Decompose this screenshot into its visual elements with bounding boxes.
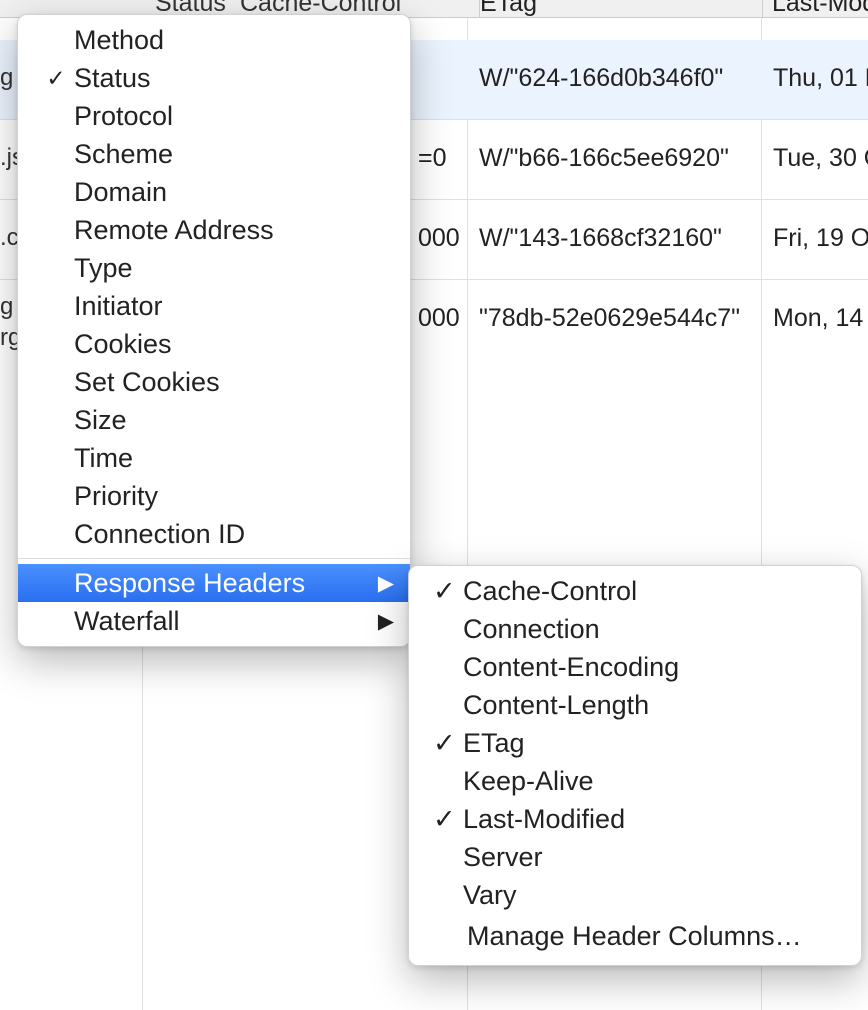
response-headers-submenu: ✓ Cache-Control Connection Content-Encod…: [408, 565, 862, 966]
name-cell: g: [0, 64, 13, 92]
submenu-item-content-encoding[interactable]: Content-Encoding: [409, 648, 861, 686]
menu-item-label: Content-Length: [463, 690, 649, 721]
menu-item-label: Scheme: [70, 139, 396, 170]
submenu-item-keep-alive[interactable]: Keep-Alive: [409, 762, 861, 800]
menu-item-size[interactable]: Size: [18, 401, 410, 439]
name-cell: .c: [0, 224, 19, 252]
menu-item-label: Remote Address: [70, 215, 396, 246]
last-modified-cell: Tue, 30 O: [773, 144, 868, 173]
menu-item-label: Status: [70, 63, 396, 94]
menu-separator: [18, 558, 410, 559]
cache-cell: 000: [418, 224, 460, 253]
menu-item-label: Keep-Alive: [463, 766, 594, 797]
submenu-item-etag[interactable]: ✓ ETag: [409, 724, 861, 762]
menu-item-label: Protocol: [70, 101, 396, 132]
menu-item-label: Initiator: [70, 291, 396, 322]
submenu-arrow-icon: ▶: [378, 609, 396, 634]
cache-cell: =0: [418, 144, 447, 173]
column-context-menu: Method ✓ Status Protocol Scheme Domain R…: [17, 14, 411, 647]
menu-item-domain[interactable]: Domain: [18, 173, 410, 211]
menu-item-response-headers[interactable]: Response Headers ▶: [18, 564, 410, 602]
menu-item-waterfall[interactable]: Waterfall ▶: [18, 602, 410, 640]
etag-cell: W/"143-1668cf32160": [479, 224, 722, 253]
menu-item-label: Content-Encoding: [463, 652, 679, 683]
menu-item-cookies[interactable]: Cookies: [18, 325, 410, 363]
menu-item-label: Waterfall: [70, 606, 378, 637]
menu-item-label: Method: [70, 25, 396, 56]
check-icon: ✓: [433, 728, 463, 759]
submenu-item-cache-control[interactable]: ✓ Cache-Control: [409, 572, 861, 610]
menu-item-label: ETag: [463, 728, 525, 759]
menu-item-status[interactable]: ✓ Status: [18, 59, 410, 97]
menu-item-label: Set Cookies: [70, 367, 396, 398]
submenu-arrow-icon: ▶: [378, 571, 396, 596]
menu-item-priority[interactable]: Priority: [18, 477, 410, 515]
last-modified-cell: Fri, 19 Oc: [773, 224, 868, 253]
menu-item-label: Last-Modified: [463, 804, 625, 835]
submenu-item-last-modified[interactable]: ✓ Last-Modified: [409, 800, 861, 838]
menu-item-type[interactable]: Type: [18, 249, 410, 287]
menu-item-label: Vary: [463, 880, 517, 911]
etag-cell: "78db-52e0629e544c7": [479, 304, 740, 333]
menu-item-scheme[interactable]: Scheme: [18, 135, 410, 173]
check-icon: ✓: [433, 576, 463, 607]
header-etag[interactable]: ETag: [480, 0, 537, 18]
menu-item-connection-id[interactable]: Connection ID: [18, 515, 410, 553]
menu-item-label: Domain: [70, 177, 396, 208]
name-cell: g: [0, 293, 13, 321]
menu-item-set-cookies[interactable]: Set Cookies: [18, 363, 410, 401]
menu-item-method[interactable]: Method: [18, 21, 410, 59]
last-modified-cell: Mon, 14 M: [773, 304, 868, 333]
submenu-item-vary[interactable]: Vary: [409, 876, 861, 914]
menu-item-label: Connection ID: [70, 519, 396, 550]
menu-item-initiator[interactable]: Initiator: [18, 287, 410, 325]
menu-item-label: Manage Header Columns…: [467, 921, 802, 952]
menu-item-time[interactable]: Time: [18, 439, 410, 477]
submenu-item-server[interactable]: Server: [409, 838, 861, 876]
submenu-item-connection[interactable]: Connection: [409, 610, 861, 648]
menu-item-label: Priority: [70, 481, 396, 512]
menu-item-label: Type: [70, 253, 396, 284]
menu-item-label: Size: [70, 405, 396, 436]
menu-item-label: Time: [70, 443, 396, 474]
check-icon: ✓: [433, 804, 463, 835]
menu-item-label: Cookies: [70, 329, 396, 360]
check-icon: ✓: [42, 65, 70, 92]
submenu-item-content-length[interactable]: Content-Length: [409, 686, 861, 724]
menu-item-label: Server: [463, 842, 543, 873]
last-modified-cell: Thu, 01 N: [773, 64, 868, 93]
menu-item-remote-address[interactable]: Remote Address: [18, 211, 410, 249]
etag-cell: W/"b66-166c5ee6920": [479, 144, 729, 173]
etag-cell: W/"624-166d0b346f0": [479, 64, 723, 93]
header-last-modified[interactable]: Last-Mod: [772, 0, 868, 18]
menu-item-protocol[interactable]: Protocol: [18, 97, 410, 135]
menu-item-label: Connection: [463, 614, 600, 645]
menu-item-label: Cache-Control: [463, 576, 637, 607]
cache-cell: 000: [418, 304, 460, 333]
menu-item-label: Response Headers: [70, 568, 378, 599]
submenu-item-manage-header-columns[interactable]: Manage Header Columns…: [409, 914, 861, 959]
